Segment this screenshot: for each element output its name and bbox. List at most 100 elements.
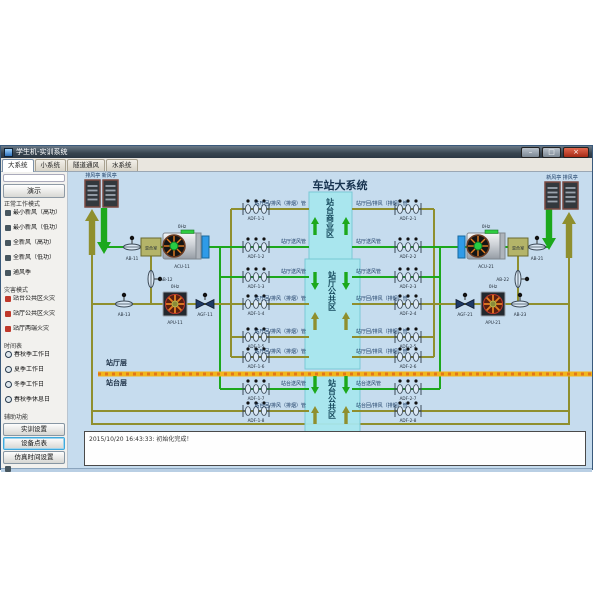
svg-text:站厅回/排风（排烟）管: 站厅回/排风（排烟）管 <box>254 295 306 302</box>
duct-connector <box>458 236 465 258</box>
tab-tunnel-vent[interactable]: 隧道通风 <box>67 159 105 171</box>
app-window: 学生机-实训系统 – □ × 大系统 小系统 隧道通风 水系统 演示 正常工作模… <box>0 145 593 470</box>
fresh-down-arrow <box>542 204 556 250</box>
svg-text:站厅回/排风（排烟）管: 站厅回/排风（排烟）管 <box>254 328 306 335</box>
mode-min-fresh-low[interactable]: 最小新风（低功） <box>1 224 67 231</box>
section-schedule: 时间表 <box>1 340 67 351</box>
log-line: 2015/10/20 16:43:33: 初始化完成！ <box>89 436 192 443</box>
device-tag: AB-12 <box>160 277 173 282</box>
schedule-spring-autumn-restday[interactable]: 春秋季休息日 <box>1 396 67 403</box>
mode-all-fresh-high[interactable]: 全新风（高功） <box>1 239 67 246</box>
sim-time-settings-button[interactable]: 仿真时间设置 <box>3 451 65 464</box>
return-fan-left[interactable]: AB-13 0Hz APU-11 AGF-11 <box>116 284 215 325</box>
fire-icon <box>5 326 11 332</box>
exhaust-vent-shaft[interactable] <box>563 182 578 209</box>
svg-text:AGF-21: AGF-21 <box>457 312 473 317</box>
section-normal-modes: 正常工作模式 <box>1 198 67 209</box>
schedule-summer-workday[interactable]: 夏季工作日 <box>1 366 67 373</box>
hall-floor-label: 站厅层 <box>106 358 127 367</box>
platform-floor-label: 站台层 <box>106 378 127 387</box>
frequency-readout: 0Hz <box>178 224 187 230</box>
fan-mode-icon <box>5 225 11 231</box>
ahu-fan-unit[interactable] <box>467 230 505 259</box>
svg-text:站厅回/排风（排烟）管: 站厅回/排风（排烟）管 <box>356 295 408 302</box>
svg-text:AB-13: AB-13 <box>118 312 131 317</box>
ahu-right-chain[interactable]: 混合室 0Hz ACU-21 AB-21 AB-22 <box>458 224 546 288</box>
ahu-left-chain[interactable]: 混合室 0Hz ACU-11 AB-11 AB-12 <box>124 224 210 288</box>
tab-small-system[interactable]: 小系统 <box>35 159 67 171</box>
title-bar: 学生机-实训系统 – □ × <box>1 146 592 158</box>
damper[interactable] <box>116 293 133 307</box>
device-tag: AB-22 <box>496 277 509 282</box>
svg-text:ADF-2-1: ADF-2-1 <box>400 216 417 221</box>
svg-text:APU-21: APU-21 <box>485 320 501 325</box>
vent-label-right: 新风亭 排风亭 <box>546 174 578 181</box>
tab-water-system[interactable]: 水系统 <box>106 159 138 171</box>
content-area: 演示 正常工作模式 最小新风（高功） 最小新风（低功） 全新风（高功） 全新风（… <box>1 172 592 468</box>
damper[interactable] <box>512 293 529 307</box>
svg-text:ADF-1-1: ADF-1-1 <box>248 216 265 221</box>
training-settings-button[interactable]: 实训设置 <box>3 423 65 436</box>
close-button[interactable]: × <box>563 147 589 158</box>
svg-text:ADF-1-4: ADF-1-4 <box>248 311 265 316</box>
svg-text:0Hz: 0Hz <box>171 284 180 290</box>
exhaust-vent-shaft[interactable] <box>85 180 100 207</box>
clock-icon <box>5 381 12 388</box>
cutoff-item <box>1 466 67 472</box>
fresh-vent-shaft[interactable] <box>545 182 560 209</box>
device-tag: ACU-11 <box>174 264 190 269</box>
svg-text:ADF-2-6: ADF-2-6 <box>400 364 417 369</box>
vent-label-left: 排风亭 新风亭 <box>85 172 117 179</box>
fan-mode-icon <box>5 210 11 216</box>
svg-text:站台回/排风（排烟）管: 站台回/排风（排烟）管 <box>254 402 306 409</box>
svg-text:0Hz: 0Hz <box>489 284 498 290</box>
svg-text:ADF-1-7: ADF-1-7 <box>248 396 265 401</box>
minimize-button[interactable]: – <box>521 147 540 158</box>
damper-groups-left[interactable]: ADF-1-1 ADF-1-2 ADF-1-3 ADF-1-4 ADF-1-5 … <box>243 199 269 423</box>
damper[interactable] <box>515 271 529 288</box>
mode-hall-fire[interactable]: 站厅公共区火灾 <box>1 310 67 317</box>
zone-hall-public: 站厅公共区 <box>328 270 337 312</box>
svg-text:站台送风管: 站台送风管 <box>281 380 306 387</box>
maximize-button[interactable]: □ <box>542 147 561 158</box>
app-icon <box>4 148 13 157</box>
butterfly-valve[interactable] <box>196 293 214 309</box>
svg-text:AB-23: AB-23 <box>514 312 527 317</box>
axial-fan[interactable] <box>163 292 187 316</box>
mode-all-fresh-low[interactable]: 全新风（低功） <box>1 254 67 261</box>
butterfly-valve[interactable] <box>456 293 474 309</box>
fan-mode-icon <box>5 270 11 276</box>
damper[interactable] <box>124 236 141 250</box>
axial-fan[interactable] <box>481 292 505 316</box>
schedule-spring-autumn-workday[interactable]: 春秋季工作日 <box>1 351 67 358</box>
exhaust-up-arrow <box>562 212 576 258</box>
demo-button[interactable]: 演示 <box>3 184 65 198</box>
sidebar-field[interactable] <box>3 174 65 182</box>
section-aux: 辅助功能 <box>1 411 67 422</box>
damper-groups-right[interactable]: ADF-2-1 ADF-2-2 ADF-2-3 ADF-2-5 ADF-2-6 … <box>395 199 421 423</box>
device-tag: ACU-21 <box>478 264 494 269</box>
zone-platform-public: 站台公共区 <box>328 378 337 420</box>
clock-icon <box>5 351 12 358</box>
zone-columns: 站台商业区 站厅公共区 站台公共区 <box>305 192 360 432</box>
ahu-fan-unit[interactable] <box>163 230 201 259</box>
damper[interactable] <box>529 236 546 250</box>
zone-platform-commercial: 站台商业区 <box>326 197 335 239</box>
schedule-winter-workday[interactable]: 冬季工作日 <box>1 381 67 388</box>
svg-text:站厅回/排风（排烟）管: 站厅回/排风（排烟）管 <box>356 328 408 335</box>
window-bottom-edge <box>1 468 592 472</box>
diagram-title: 车站大系统 <box>313 178 368 192</box>
tab-big-system[interactable]: 大系统 <box>2 159 34 172</box>
clock-icon <box>5 396 12 403</box>
device-point-table-button[interactable]: 设备点表 <box>3 437 65 450</box>
mode-vent-season[interactable]: 通风季 <box>1 269 67 276</box>
mode-platform-fire[interactable]: 站台公共区火灾 <box>1 295 67 302</box>
mode-min-fresh-high[interactable]: 最小新风（高功） <box>1 209 67 216</box>
mixing-chamber-label: 混合室 <box>145 245 158 252</box>
mode-hall-ends-fire[interactable]: 站厅两端火灾 <box>1 325 67 332</box>
sidebar: 演示 正常工作模式 最小新风（高功） 最小新风（低功） 全新风（高功） 全新风（… <box>1 172 68 468</box>
fresh-vent-shaft[interactable] <box>103 180 118 207</box>
duct-connector <box>202 236 209 258</box>
svg-text:ADF-2-2: ADF-2-2 <box>400 254 417 259</box>
svg-text:ADF-1-3: ADF-1-3 <box>248 284 265 289</box>
